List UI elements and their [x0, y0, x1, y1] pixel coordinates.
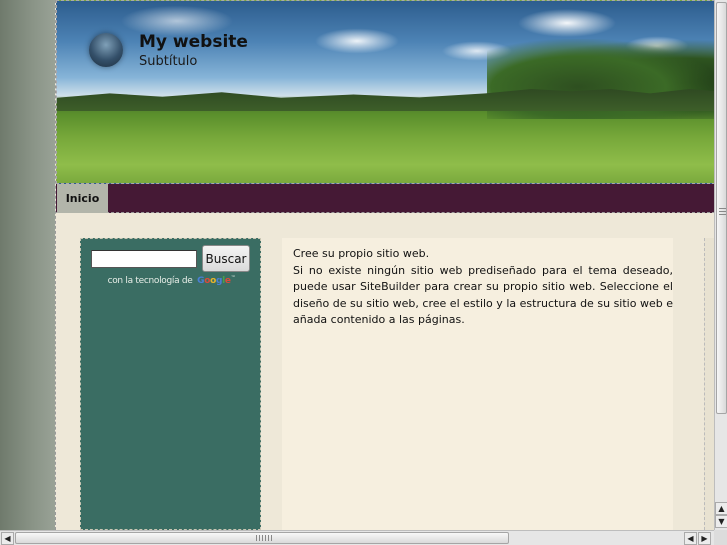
vertical-scrollbar[interactable]: ▲ ▼: [714, 0, 727, 530]
vertical-scroll-thumb[interactable]: [716, 2, 727, 414]
trademark-mark: ™: [230, 275, 236, 281]
arrow-left-icon[interactable]: ◀: [684, 532, 697, 545]
grip-icon: [719, 208, 726, 216]
left-gutter: [0, 0, 55, 530]
site-title[interactable]: My website: [139, 32, 248, 52]
main-content: Cree su propio sitio web. Si no existe n…: [282, 238, 673, 530]
grip-icon: [256, 535, 272, 541]
google-logo: Google: [197, 276, 231, 286]
arrow-right-icon[interactable]: ▶: [698, 532, 711, 545]
powered-by-text: con la tecnología de: [107, 276, 193, 286]
header-banner: My website Subtítulo: [56, 0, 715, 184]
search-input[interactable]: [91, 250, 197, 268]
sphere-logo-icon: [89, 33, 123, 67]
powered-by-google: con la tecnología de Google™: [81, 275, 262, 286]
page: My website Subtítulo Inicio Buscar con l…: [55, 0, 715, 530]
horizontal-scroll-thumb[interactable]: [15, 532, 509, 544]
site-subtitle: Subtítulo: [139, 54, 198, 69]
horizontal-scrollbar[interactable]: ◀ ◀ ▶: [0, 530, 714, 545]
sidebar: Buscar con la tecnología de Google™: [80, 238, 261, 530]
arrow-up-icon[interactable]: ▲: [715, 502, 727, 515]
content-paragraph: Si no existe ningún sitio web prediseñad…: [293, 263, 673, 327]
arrow-left-icon[interactable]: ◀: [1, 532, 14, 545]
arrow-down-icon[interactable]: ▼: [715, 515, 727, 528]
nav-item-inicio[interactable]: Inicio: [57, 184, 108, 213]
navigation-bar: Inicio: [56, 184, 715, 213]
scrollbar-corner: [714, 530, 727, 545]
content-heading-line: Cree su propio sitio web.: [293, 247, 430, 260]
search-button[interactable]: Buscar: [202, 245, 250, 272]
banner-treeline: [57, 89, 714, 111]
